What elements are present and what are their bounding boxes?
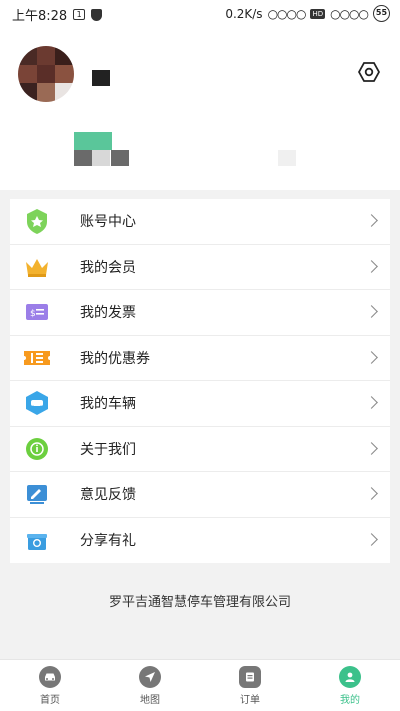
coupon-icon bbox=[20, 341, 54, 375]
bottom-tab-bar: 首页 地图 订单 我的 bbox=[0, 659, 400, 711]
menu-label: 分享有礼 bbox=[80, 533, 136, 550]
wifi-icon: ○○○○ bbox=[330, 6, 369, 21]
redacted-info-block bbox=[278, 150, 296, 166]
chevron-right-icon bbox=[365, 487, 378, 501]
order-icon bbox=[239, 666, 261, 688]
user-icon bbox=[339, 666, 361, 688]
tab-orders[interactable]: 订单 bbox=[200, 660, 300, 711]
hd-badge: HD bbox=[310, 8, 326, 19]
chevron-right-icon bbox=[365, 350, 378, 364]
gift-icon bbox=[20, 523, 54, 557]
redacted-info-block bbox=[74, 150, 92, 166]
shield-icon bbox=[91, 8, 103, 21]
tab-label: 订单 bbox=[240, 695, 260, 706]
menu-item-invoice[interactable]: $ 我的发票 bbox=[10, 290, 390, 336]
signal-icon: ○○○○ bbox=[267, 6, 307, 21]
chevron-right-icon bbox=[365, 305, 378, 319]
menu-label: 我的车辆 bbox=[80, 396, 136, 413]
redacted-info-block bbox=[111, 150, 129, 166]
tab-home[interactable]: 首页 bbox=[0, 660, 100, 711]
invoice-icon: $ bbox=[20, 295, 54, 329]
tab-label: 首页 bbox=[40, 695, 60, 706]
account-center-icon bbox=[20, 204, 54, 238]
menu-label: 关于我们 bbox=[80, 441, 136, 458]
car-icon bbox=[20, 386, 54, 420]
tab-label: 我的 bbox=[340, 695, 360, 706]
chevron-right-icon bbox=[365, 441, 378, 455]
profile-header bbox=[0, 26, 400, 190]
avatar[interactable] bbox=[18, 46, 74, 102]
menu-label: 我的发票 bbox=[80, 305, 136, 322]
feedback-icon bbox=[20, 477, 54, 511]
menu-item-coupon[interactable]: 我的优惠券 bbox=[10, 336, 390, 381]
menu-item-share[interactable]: 分享有礼 bbox=[10, 518, 390, 564]
redacted-info-block bbox=[92, 150, 110, 166]
battery-icon: 55 bbox=[373, 5, 390, 22]
chevron-right-icon bbox=[365, 214, 378, 228]
tab-mine[interactable]: 我的 bbox=[300, 660, 400, 711]
menu-item-account-center[interactable]: 账号中心 bbox=[10, 199, 390, 245]
car-home-icon bbox=[39, 666, 61, 688]
network-speed: 0.2K/s bbox=[225, 6, 263, 21]
svg-text:$: $ bbox=[30, 309, 36, 319]
menu-label: 账号中心 bbox=[80, 214, 136, 231]
status-bar: 上午8:28 1 0.2K/s ○○○○ HD ○○○○ 55 bbox=[0, 0, 400, 26]
chevron-right-icon bbox=[365, 533, 378, 547]
redacted-info bbox=[74, 132, 112, 150]
tab-label: 地图 bbox=[140, 695, 160, 706]
company-name: 罗平吉通智慧停车管理有限公司 bbox=[108, 595, 291, 610]
status-time: 上午8:28 bbox=[12, 9, 68, 24]
menu-label: 意见反馈 bbox=[80, 487, 136, 504]
menu-label: 我的会员 bbox=[80, 259, 136, 276]
menu-item-about-us[interactable]: 关于我们 bbox=[10, 427, 390, 472]
menu-list: 账号中心 我的会员 $ 我的发票 我的优惠券 我的车辆 关于我们 意见反馈 分享… bbox=[10, 199, 390, 563]
menu-item-vehicle[interactable]: 我的车辆 bbox=[10, 381, 390, 427]
menu-label: 我的优惠券 bbox=[80, 350, 150, 367]
settings-icon[interactable] bbox=[358, 62, 380, 82]
notification-box-icon: 1 bbox=[73, 9, 86, 20]
info-icon bbox=[20, 432, 54, 466]
menu-item-feedback[interactable]: 意见反馈 bbox=[10, 472, 390, 518]
chevron-right-icon bbox=[365, 259, 378, 273]
chevron-right-icon bbox=[365, 396, 378, 410]
navigation-icon bbox=[139, 666, 161, 688]
crown-icon bbox=[20, 250, 54, 284]
tab-map[interactable]: 地图 bbox=[100, 660, 200, 711]
username-redacted bbox=[92, 70, 110, 86]
menu-item-membership[interactable]: 我的会员 bbox=[10, 245, 390, 290]
